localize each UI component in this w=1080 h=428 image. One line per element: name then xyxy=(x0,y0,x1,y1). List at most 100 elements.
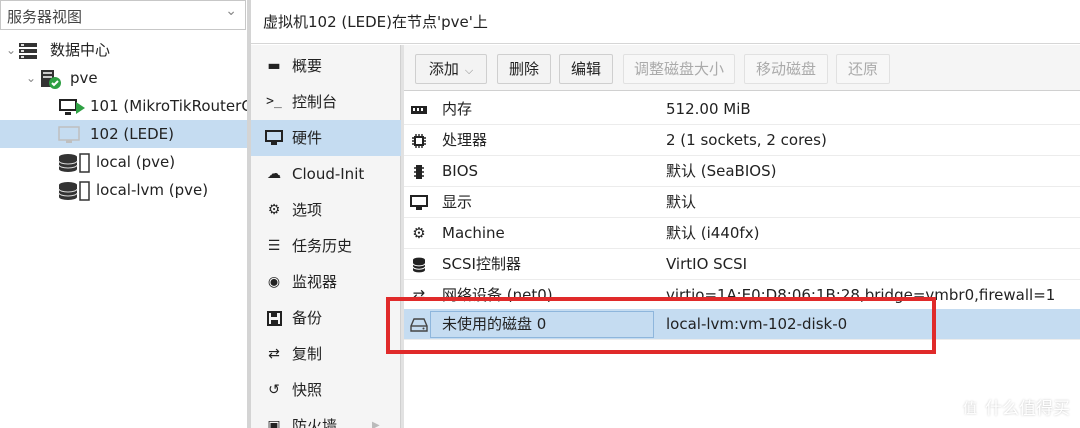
nav-item-firewall[interactable]: ▣ 防火墙 ▶ xyxy=(251,408,401,428)
hardware-row-machine[interactable]: ⚙ Machine 默认 (i440fx) xyxy=(404,218,1080,249)
tree-item-node[interactable]: ⌄ pve xyxy=(0,64,247,92)
watermark-text: 什么值得买 xyxy=(985,399,1070,419)
nav-item-console[interactable]: >_ 控制台 xyxy=(251,84,401,120)
tree-item-vm-102[interactable]: 102 (LEDE) xyxy=(0,120,247,148)
hardware-value: 默认 xyxy=(666,193,697,211)
hardware-value: VirtIO SCSI xyxy=(666,255,748,273)
nav-item-snapshot[interactable]: ↺ 快照 xyxy=(251,372,401,408)
hardware-key: 未使用的磁盘 0 xyxy=(442,315,547,333)
chevron-down-icon: ⌵ xyxy=(464,64,474,77)
hardware-row-network[interactable]: ⇄ 网络设备 (net0) virtio=1A:E0:D8:06:1B:28,b… xyxy=(404,280,1080,311)
nav-item-label: 控制台 xyxy=(292,93,338,111)
remove-button-label: 删除 xyxy=(508,60,539,78)
tree-item-vm-101[interactable]: 101 (MikroTikRouterC xyxy=(0,92,247,120)
revert-button[interactable]: 还原 xyxy=(836,54,890,84)
eye-icon: ◉ xyxy=(267,274,281,290)
view-selector-value: 服务器视图 xyxy=(7,8,83,26)
expand-arrow-icon[interactable]: ▶ xyxy=(372,408,380,428)
list-icon: ☰ xyxy=(267,238,281,254)
hardware-key: 内存 xyxy=(442,100,473,118)
hardware-key: Machine xyxy=(442,224,505,242)
edit-button[interactable]: 编辑 xyxy=(559,54,613,84)
nav-item-label: 任务历史 xyxy=(292,237,353,255)
gear-icon: ⚙ xyxy=(267,202,281,218)
resize-disk-button[interactable]: 调整磁盘大小 xyxy=(623,54,735,84)
nav-item-label: 复制 xyxy=(292,345,323,363)
storage-icon xyxy=(58,181,92,201)
hardware-row-memory[interactable]: 内存 512.00 MiB xyxy=(404,94,1080,125)
network-icon: ⇄ xyxy=(412,286,426,304)
resource-tree: 服务器视图 ⌄ ⌄ 数据中心 ⌄ pve 101 (MikroTikRouter… xyxy=(0,0,247,428)
hardware-grid: 内存 512.00 MiB 处理器 2 (1 sockets, 2 cores)… xyxy=(404,92,1080,428)
tree-toggle-icon[interactable]: ⌄ xyxy=(6,36,16,64)
nav-item-label: 选项 xyxy=(292,201,323,219)
nav-item-label: 概要 xyxy=(292,57,323,75)
retweet-icon: ⇄ xyxy=(268,346,280,362)
nav-item-label: Cloud-Init xyxy=(292,165,365,183)
nav-item-backup[interactable]: 备份 xyxy=(251,300,401,336)
content-header: 虚拟机102 (LEDE)在节点'pve'上 xyxy=(251,0,1080,44)
vm-stopped-icon xyxy=(58,125,82,143)
cogs-icon: ⚙ xyxy=(412,224,426,242)
database-icon xyxy=(408,249,430,279)
hardware-key: 处理器 xyxy=(442,131,488,149)
book-icon: ▬ xyxy=(267,58,281,74)
monitor-icon xyxy=(264,120,284,156)
nav-item-summary[interactable]: ▬ 概要 xyxy=(251,48,401,84)
hardware-row-scsi-controller[interactable]: SCSI控制器 VirtIO SCSI xyxy=(404,249,1080,280)
floppy-icon xyxy=(264,300,284,336)
chevron-down-icon: ⌄ xyxy=(225,3,237,19)
tree-toggle-icon[interactable]: ⌄ xyxy=(26,64,36,92)
nav-item-label: 防火墙 xyxy=(292,417,338,428)
tree-item-storage-local[interactable]: local (pve) xyxy=(0,148,247,176)
hardware-toolbar: 添加 ⌵ 删除 编辑 调整磁盘大小 移动磁盘 还原 xyxy=(404,45,1080,91)
hardware-key: SCSI控制器 xyxy=(442,255,521,273)
cpu-icon xyxy=(408,125,430,155)
server-stack-icon xyxy=(18,41,38,59)
nav-item-options[interactable]: ⚙ 选项 xyxy=(251,192,401,228)
move-disk-button-label: 移动磁盘 xyxy=(755,60,816,78)
tree-label-vm: 101 (MikroTikRouterC xyxy=(90,97,247,115)
hardware-value: 2 (1 sockets, 2 cores) xyxy=(666,131,827,149)
nav-item-replication[interactable]: ⇄ 复制 xyxy=(251,336,401,372)
tree-label-storage: local-lvm (pve) xyxy=(96,181,209,199)
add-button[interactable]: 添加 ⌵ xyxy=(415,54,487,84)
edit-button-label: 编辑 xyxy=(570,60,601,78)
nav-item-monitor[interactable]: ◉ 监视器 xyxy=(251,264,401,300)
terminal-icon: >_ xyxy=(266,94,282,109)
hardware-row-cpu[interactable]: 处理器 2 (1 sockets, 2 cores) xyxy=(404,125,1080,156)
tree-label-vm: 102 (LEDE) xyxy=(90,125,174,143)
nav-item-task-history[interactable]: ☰ 任务历史 xyxy=(251,228,401,264)
hardware-row-bios[interactable]: BIOS 默认 (SeaBIOS) xyxy=(404,156,1080,187)
hardware-key: 网络设备 (net0) xyxy=(442,286,553,304)
nav-item-hardware[interactable]: 硬件 xyxy=(251,120,401,156)
resize-disk-button-label: 调整磁盘大小 xyxy=(633,60,724,78)
hardware-key: 显示 xyxy=(442,193,473,211)
tree-item-datacenter[interactable]: ⌄ 数据中心 xyxy=(0,36,247,64)
tree-item-storage-local-lvm[interactable]: local-lvm (pve) xyxy=(0,176,247,204)
hardware-value: 512.00 MiB xyxy=(666,100,751,118)
vm-running-icon xyxy=(58,97,86,115)
hardware-row-unused-disk[interactable]: 未使用的磁盘 0 local-lvm:vm-102-disk-0 xyxy=(404,309,1080,340)
hardware-key: BIOS xyxy=(442,162,479,180)
revert-button-label: 还原 xyxy=(847,60,878,78)
hardware-value: 默认 (i440fx) xyxy=(666,224,760,242)
nav-item-cloud-init[interactable]: ☁ Cloud-Init xyxy=(251,156,401,192)
vm-nav: ▬ 概要 >_ 控制台 硬件 ☁ Cloud-Init ⚙ 选项 ☰ 任务历史 … xyxy=(251,45,401,428)
nav-item-label: 快照 xyxy=(292,381,323,399)
microchip-icon xyxy=(408,156,430,186)
watermark: 值什么值得买 xyxy=(959,394,1070,420)
node-online-icon xyxy=(40,69,61,89)
hdd-icon xyxy=(408,309,430,339)
page-title: 虚拟机102 (LEDE)在节点'pve'上 xyxy=(263,13,488,31)
tree-label-storage: local (pve) xyxy=(96,153,176,171)
hardware-value: local-lvm:vm-102-disk-0 xyxy=(666,315,848,333)
watermark-logo-icon: 值 xyxy=(959,398,981,420)
hardware-value: 默认 (SeaBIOS) xyxy=(666,162,777,180)
hardware-row-display[interactable]: 显示 默认 xyxy=(404,187,1080,218)
view-selector[interactable]: 服务器视图 ⌄ xyxy=(0,0,246,30)
cloud-icon: ☁ xyxy=(267,166,281,182)
history-icon: ↺ xyxy=(268,382,280,398)
move-disk-button[interactable]: 移动磁盘 xyxy=(744,54,828,84)
remove-button[interactable]: 删除 xyxy=(497,54,551,84)
